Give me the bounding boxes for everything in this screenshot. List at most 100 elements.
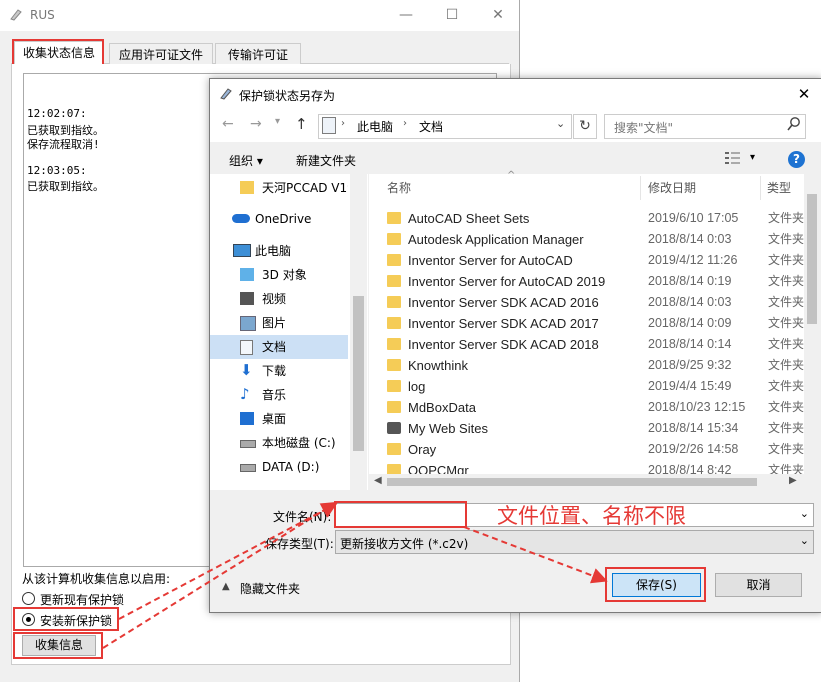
file-type: 文件夹 <box>768 379 805 393</box>
list-item[interactable]: My Web Sites 2018/8/14 15:34 文件夹 <box>369 418 810 439</box>
breadcrumb-this-pc[interactable]: 此电脑 <box>357 118 393 135</box>
nav-item-videos[interactable]: 视频 <box>210 287 348 311</box>
cube-icon <box>240 268 254 281</box>
hide-folders-toggle[interactable]: 隐藏文件夹 <box>240 580 300 597</box>
drive-icon <box>240 464 256 472</box>
recent-chevron-icon[interactable]: ▾ <box>275 116 280 127</box>
nav-scroll-thumb[interactable] <box>353 296 364 451</box>
hide-folders-icon[interactable]: ▲ <box>222 581 230 592</box>
nav-item-drive-d[interactable]: DATA (D:) <box>210 455 348 479</box>
tab-transfer-license[interactable]: 传输许可证 <box>215 43 301 66</box>
cancel-button[interactable]: 取消 <box>715 573 802 597</box>
nav-item-desktop[interactable]: 桌面 <box>210 407 348 431</box>
filetype-select[interactable]: 更新接收方文件 (*.c2v) ⌄ <box>335 530 814 554</box>
sort-arrow-icon: ^ <box>507 170 516 181</box>
file-date: 2018/9/25 9:32 <box>648 358 732 372</box>
list-item[interactable]: Inventor Server SDK ACAD 2018 2018/8/14 0… <box>369 334 810 355</box>
filename-dropdown-icon[interactable]: ⌄ <box>800 507 809 520</box>
list-item[interactable]: AutoCAD Sheet Sets 2019/6/10 17:05 文件夹 <box>369 208 810 229</box>
rus-app-icon <box>9 7 23 21</box>
log-line: 保存流程取消! <box>27 138 100 151</box>
file-name: AutoCAD Sheet Sets <box>408 211 530 226</box>
nav-item-label: DATA (D:) <box>262 460 320 474</box>
tab-apply-license[interactable]: 应用许可证文件 <box>109 43 213 66</box>
file-date: 2018/8/14 15:34 <box>648 421 739 435</box>
column-header-name[interactable]: 名称 <box>387 176 411 200</box>
file-name: Inventor Server SDK ACAD 2018 <box>408 337 599 352</box>
column-header-date[interactable]: 修改日期 <box>648 176 696 200</box>
list-item[interactable]: Inventor Server for AutoCAD 2019 2018/8/1… <box>369 271 810 292</box>
view-dropdown-icon[interactable]: ▾ <box>750 152 755 163</box>
file-type: 文件夹 <box>768 400 805 414</box>
breadcrumb-documents[interactable]: 文档 <box>419 118 443 135</box>
nav-item-label: 天河PCCAD V19 <box>262 181 348 195</box>
file-list-hscrollbar[interactable]: ◀ ▶ <box>369 474 820 490</box>
list-item[interactable]: log 2019/4/4 15:49 文件夹 <box>369 376 810 397</box>
nav-item-music[interactable]: ♪ 音乐 <box>210 383 348 407</box>
file-date: 2018/8/14 0:14 <box>648 337 732 351</box>
file-type: 文件夹 <box>768 358 805 372</box>
download-icon: ⬇ <box>240 361 253 379</box>
nav-scrollbar[interactable] <box>350 174 367 490</box>
install-new-highlight-box <box>13 607 119 631</box>
folder-icon <box>387 275 401 287</box>
nav-item-pictures[interactable]: 图片 <box>210 311 348 335</box>
file-list-hscroll-thumb[interactable] <box>387 478 757 486</box>
list-item[interactable]: Autodesk Application Manager 2018/8/14 0:… <box>369 229 810 250</box>
forward-arrow-icon[interactable]: → <box>250 116 262 132</box>
filetype-dropdown-icon[interactable]: ⌄ <box>800 534 809 547</box>
nav-item-label: 桌面 <box>262 412 287 426</box>
file-date: 2018/8/14 0:03 <box>648 232 732 246</box>
search-icon[interactable] <box>786 116 802 132</box>
file-name: Oray <box>408 442 437 457</box>
nav-item-downloads[interactable]: ⬇ 下载 <box>210 359 348 383</box>
help-icon[interactable]: ? <box>788 151 805 168</box>
maximize-button[interactable]: ☐ <box>432 0 472 31</box>
list-item[interactable]: Oray 2019/2/26 14:58 文件夹 <box>369 439 810 460</box>
nav-item-3d-objects[interactable]: 3D 对象 <box>210 263 348 287</box>
scroll-left-icon[interactable]: ◀ <box>374 475 382 486</box>
file-date: 2018/8/14 0:03 <box>648 295 732 309</box>
view-options-icon[interactable] <box>724 150 742 166</box>
radio-update-existing[interactable] <box>22 592 35 605</box>
close-button[interactable]: ✕ <box>478 0 518 31</box>
back-arrow-icon[interactable]: ← <box>222 116 234 132</box>
refresh-button[interactable]: ↻ <box>573 114 597 139</box>
collect-button-highlight-box <box>13 632 103 659</box>
nav-item-label: 视频 <box>262 292 287 306</box>
column-header-type[interactable]: 类型 <box>767 176 791 200</box>
column-divider <box>760 176 761 200</box>
nav-item-onedrive[interactable]: OneDrive <box>210 207 348 231</box>
up-arrow-icon[interactable]: ↑ <box>295 115 308 133</box>
documents-location-icon <box>322 117 336 134</box>
drive-icon <box>240 440 256 448</box>
log-line: 12:02:07: <box>27 107 87 120</box>
filetype-label: 保存类型(T): <box>265 537 334 551</box>
minimize-button[interactable]: — <box>386 0 426 31</box>
address-dropdown-icon[interactable]: ⌄ <box>556 117 565 130</box>
file-list-vscrollbar[interactable] <box>804 174 820 474</box>
navigation-pane[interactable]: 天河PCCAD V19 OneDrive 此电脑 3D 对象 视频 图片 文档 … <box>210 174 368 490</box>
list-item[interactable]: MdBoxData 2018/10/23 12:15 文件夹 <box>369 397 810 418</box>
file-date: 2019/4/4 15:49 <box>648 379 732 393</box>
organize-menu[interactable]: 组织 ▾ <box>229 152 263 169</box>
file-list-scroll-thumb[interactable] <box>807 194 817 324</box>
nav-item-pccad[interactable]: 天河PCCAD V19 <box>210 176 348 200</box>
search-input[interactable]: 搜索"文档" <box>614 119 673 136</box>
file-name: Inventor Server for AutoCAD <box>408 253 573 268</box>
dialog-close-button[interactable]: ✕ <box>790 82 818 106</box>
new-folder-button[interactable]: 新建文件夹 <box>296 152 356 169</box>
computer-icon <box>233 244 251 257</box>
folder-icon <box>387 338 401 350</box>
nav-item-drive-c[interactable]: 本地磁盘 (C:) <box>210 431 348 455</box>
nav-item-documents[interactable]: 文档 <box>210 335 348 359</box>
file-name: Autodesk Application Manager <box>408 232 584 247</box>
list-item[interactable]: Inventor Server for AutoCAD 2019/4/12 11:… <box>369 250 810 271</box>
save-button-highlight-box <box>605 567 706 602</box>
list-item[interactable]: Inventor Server SDK ACAD 2017 2018/8/14 0… <box>369 313 810 334</box>
annotation-text: 文件位置、名称不限 <box>497 504 686 528</box>
nav-item-this-pc[interactable]: 此电脑 <box>210 239 348 263</box>
scroll-right-icon[interactable]: ▶ <box>789 475 797 486</box>
list-item[interactable]: Knowthink 2018/9/25 9:32 文件夹 <box>369 355 810 376</box>
list-item[interactable]: Inventor Server SDK ACAD 2016 2018/8/14 0… <box>369 292 810 313</box>
